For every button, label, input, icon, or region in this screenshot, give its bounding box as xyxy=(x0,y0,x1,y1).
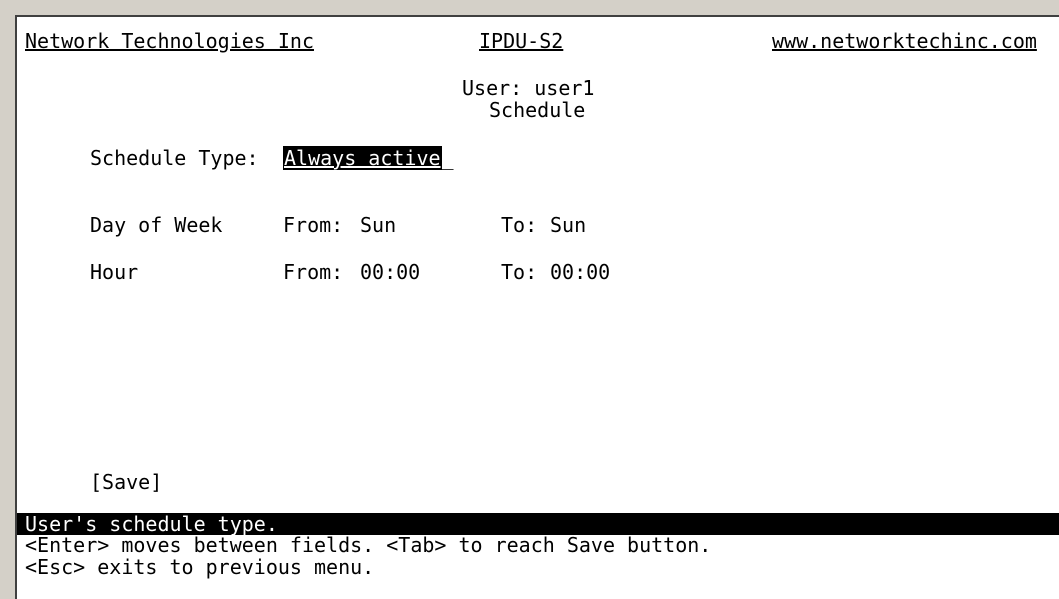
page-title: Schedule xyxy=(489,98,586,122)
terminal-window: Network Technologies Inc IPDU-S2 www.net… xyxy=(15,15,1059,599)
hint-line-2: <Esc> exits to previous menu. xyxy=(25,555,375,579)
header-product: IPDU-S2 xyxy=(479,29,564,53)
hour-from-label: From: xyxy=(283,260,344,284)
hint-line-1: <Enter> moves between fields. <Tab> to r… xyxy=(25,533,712,557)
user-line: User: user1 xyxy=(462,76,595,100)
day-from-field[interactable]: Sun xyxy=(360,213,396,237)
hour-from-field[interactable]: 00:00 xyxy=(360,260,420,284)
schedule-type-field[interactable]: Always active_ xyxy=(283,146,454,170)
save-button[interactable]: [Save] xyxy=(90,470,162,494)
text-cursor: _ xyxy=(441,146,454,170)
schedule-type-label: Schedule Type: xyxy=(90,146,259,170)
hour-to-label: To: xyxy=(501,260,538,284)
day-to-label: To: xyxy=(501,213,538,237)
day-to-field[interactable]: Sun xyxy=(550,213,586,237)
status-bar: User's schedule type. xyxy=(17,512,1059,536)
schedule-type-value[interactable]: Always active xyxy=(283,146,442,170)
day-of-week-label: Day of Week xyxy=(90,213,223,237)
header-company: Network Technologies Inc xyxy=(25,29,314,53)
hour-to-field[interactable]: 00:00 xyxy=(550,260,610,284)
header-website: www.networktechinc.com xyxy=(772,29,1037,53)
hour-label: Hour xyxy=(90,260,139,284)
day-from-label: From: xyxy=(283,213,344,237)
